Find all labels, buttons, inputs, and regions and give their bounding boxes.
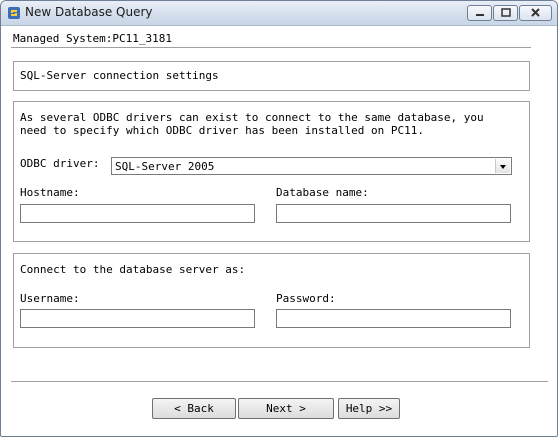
odbc-driver-value: SQL-Server 2005 [115,160,215,173]
description-line-2: need to specify which ODBC driver has be… [20,124,424,137]
window-title: New Database Query [25,5,153,19]
hostname-input[interactable] [20,204,255,223]
header-divider [11,47,531,51]
maximize-button[interactable] [493,5,518,21]
next-button[interactable]: Next > [238,398,334,419]
username-label: Username: [20,292,80,305]
section-title: SQL-Server connection settings [20,69,219,82]
dialog-window: New Database Query Managed System:PC11_3… [0,0,558,437]
back-button[interactable]: < Back [152,398,236,419]
credentials-panel: Connect to the database server as: Usern… [13,253,530,348]
hostname-label: Hostname: [20,186,80,199]
footer-divider [11,381,548,385]
database-name-input[interactable] [276,204,511,223]
database-name-label: Database name: [276,186,369,199]
close-icon [531,8,540,17]
connection-settings-panel: SQL-Server connection settings [13,61,530,91]
odbc-driver-select[interactable]: SQL-Server 2005 [111,157,512,175]
password-input[interactable] [276,309,511,328]
app-icon [8,7,20,19]
help-button[interactable]: Help >> [338,398,400,419]
description-line-1: As several ODBC drivers can exist to con… [20,111,484,124]
password-label: Password: [276,292,336,305]
title-bar[interactable]: New Database Query [1,1,557,26]
minimize-icon [476,14,484,16]
chevron-down-icon[interactable] [495,159,510,173]
credentials-title: Connect to the database server as: [20,263,246,276]
close-button[interactable] [519,5,552,21]
managed-system-label: Managed System:PC11_3181 [13,32,172,45]
odbc-driver-label: ODBC driver: [20,157,100,170]
username-input[interactable] [20,309,255,328]
maximize-icon [501,8,511,17]
minimize-button[interactable] [467,5,492,21]
